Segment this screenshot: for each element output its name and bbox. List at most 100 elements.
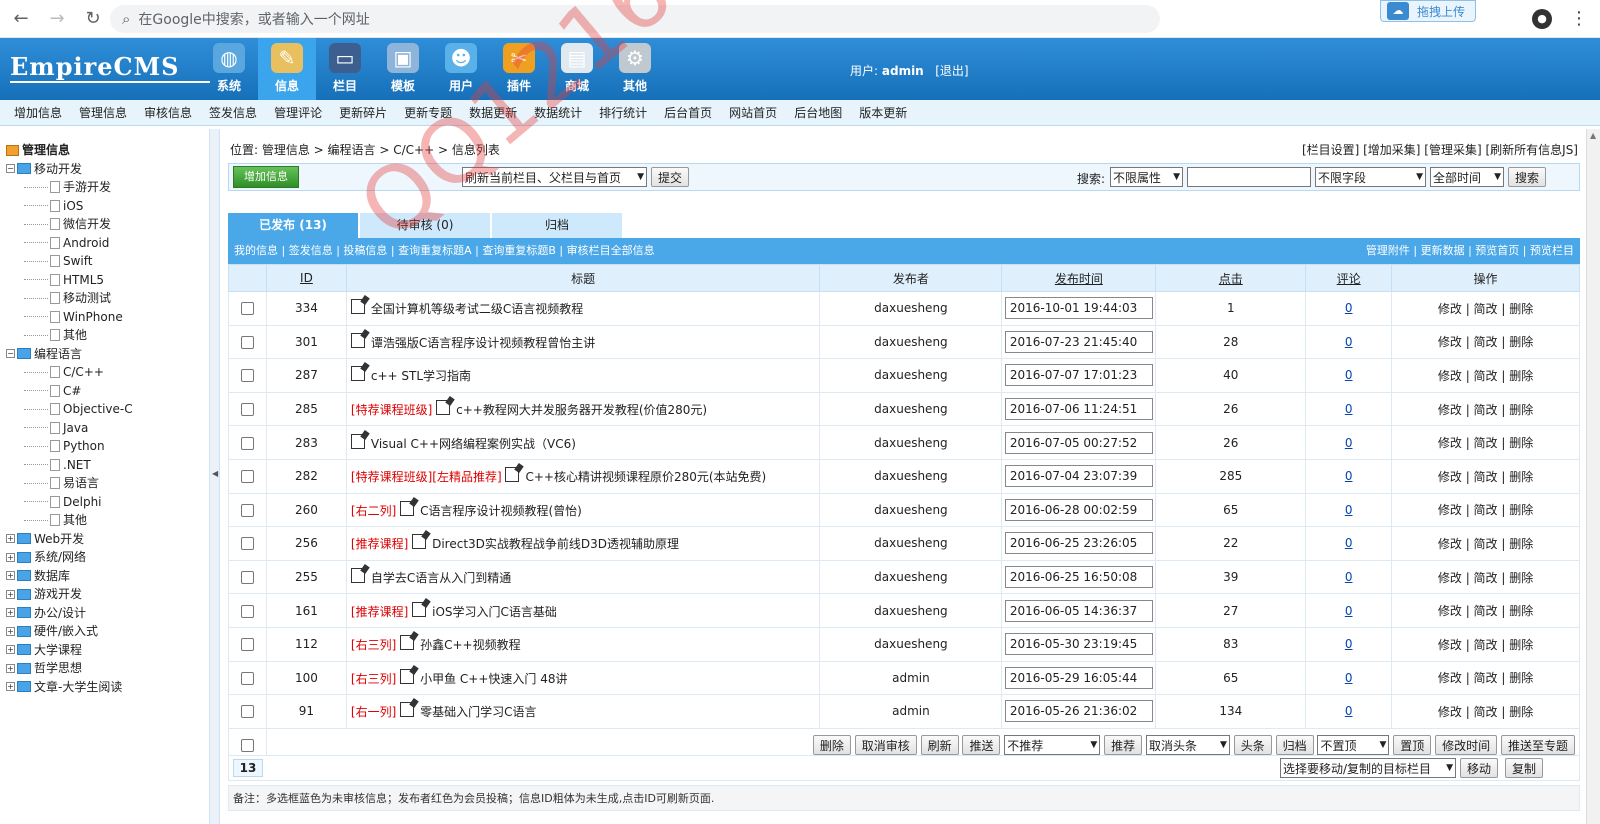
edit-icon[interactable] — [350, 568, 365, 584]
tab-0[interactable]: 已发布 (13) — [228, 213, 358, 238]
edit-icon[interactable] — [400, 635, 415, 651]
row-checkbox[interactable] — [240, 705, 254, 719]
edit-icon[interactable] — [350, 299, 365, 315]
row-checkbox[interactable] — [240, 537, 254, 551]
address-bar[interactable]: ⌕ 在Google中搜索，或者输入一个网址 — [110, 5, 1160, 33]
edit-icon[interactable] — [400, 668, 415, 684]
upload-button[interactable]: ☁ 拖拽上传 — [1380, 0, 1477, 22]
row-checkbox[interactable] — [240, 302, 254, 316]
topnav-card[interactable]: ▤ 商城 — [548, 38, 606, 100]
forward-icon[interactable]: → — [42, 8, 72, 29]
row-time[interactable]: 2016-06-25 23:26:05 — [1004, 532, 1153, 555]
row-time[interactable]: 2016-06-05 14:36:37 — [1004, 599, 1153, 622]
row-ops[interactable]: 修改 | 简改 | 删除 — [1391, 694, 1580, 729]
submenu-item[interactable]: 审核信息 — [144, 104, 192, 121]
row-id[interactable]: 282 — [265, 458, 347, 494]
row-ops[interactable]: 修改 | 简改 | 删除 — [1391, 526, 1580, 561]
tree-item[interactable]: HTML5 — [6, 271, 209, 290]
scroll-up-icon[interactable]: ▲ — [1590, 131, 1596, 140]
submenu-item[interactable]: 增加信息 — [14, 104, 62, 121]
row-ops[interactable]: 修改 | 简改 | 删除 — [1391, 593, 1580, 628]
row-ops[interactable]: 修改 | 简改 | 删除 — [1391, 458, 1580, 494]
row-ops[interactable]: 修改 | 简改 | 删除 — [1391, 660, 1580, 696]
expand-icon[interactable]: + — [6, 589, 15, 599]
row-id[interactable]: 91 — [265, 694, 347, 729]
row-title[interactable]: 全国计算机等级考试二级C语言视频教程 — [371, 302, 583, 316]
tree-item[interactable]: + 大学课程 — [6, 641, 209, 660]
menu-icon[interactable]: ⋮ — [1570, 8, 1588, 29]
row-time[interactable]: 2016-06-25 16:50:08 — [1004, 566, 1153, 589]
tree-item[interactable]: 微信开发 — [6, 215, 209, 234]
tree-item[interactable]: Delphi — [6, 493, 209, 512]
edit-icon[interactable] — [400, 702, 415, 718]
logout-link[interactable]: [退出] — [935, 64, 968, 78]
row-time[interactable]: 2016-07-23 21:45:40 — [1004, 330, 1153, 353]
push-topic-button[interactable]: 推送至专题 — [1500, 735, 1575, 756]
row-ops[interactable]: 修改 | 简改 | 删除 — [1391, 291, 1580, 326]
tree-item[interactable]: iOS — [6, 197, 209, 216]
col-comments-label[interactable]: 评论 — [1337, 272, 1361, 286]
tab-2[interactable]: 归档 — [492, 213, 622, 238]
row-checkbox[interactable] — [240, 369, 254, 383]
tab-links-right[interactable]: 管理附件 | 更新数据 | 预览首页 | 预览栏目 — [1366, 238, 1574, 264]
row-ops[interactable]: 修改 | 简改 | 删除 — [1391, 492, 1580, 528]
topnav-user[interactable]: ☻ 用户 — [432, 38, 490, 100]
tree-item[interactable]: + 文章-大学生阅读 — [6, 678, 209, 697]
expand-icon[interactable]: + — [6, 645, 15, 655]
expand-icon[interactable]: + — [6, 626, 15, 636]
row-id[interactable]: 112 — [265, 626, 347, 662]
row-title[interactable]: c++教程网大并发服务器开发教程(价值280元) — [456, 403, 707, 417]
edit-icon[interactable] — [412, 534, 427, 550]
edit-icon[interactable] — [436, 400, 451, 416]
submenu-item[interactable]: 数据更新 — [469, 104, 517, 121]
expand-icon[interactable]: + — [6, 608, 15, 618]
attribute-select[interactable]: 不限属性 ▼ — [1110, 167, 1183, 187]
time-select[interactable]: 全部时间 ▼ — [1430, 167, 1504, 187]
row-time[interactable]: 2016-05-30 23:19:45 — [1004, 633, 1153, 656]
topnav-gear[interactable]: ⚙ 其他 — [606, 38, 664, 100]
row-id[interactable]: 255 — [265, 559, 347, 595]
row-checkbox[interactable] — [240, 470, 254, 484]
row-title[interactable]: Direct3D实战教程战争前线D3D透视辅助原理 — [432, 537, 679, 551]
row-id[interactable]: 100 — [265, 660, 347, 696]
tree-item[interactable]: 手游开发 — [6, 178, 209, 197]
row-comments[interactable]: 0 — [1345, 469, 1353, 483]
col-hits-label[interactable]: 点击 — [1219, 272, 1243, 286]
row-id[interactable]: 287 — [265, 358, 347, 393]
row-comments[interactable]: 0 — [1345, 536, 1353, 550]
top-links[interactable]: [栏目设置] [增加采集] [管理采集] [刷新所有信息JS] — [1302, 141, 1578, 158]
expand-icon[interactable]: + — [6, 663, 15, 673]
tree-item[interactable]: Python — [6, 437, 209, 456]
row-id[interactable]: 285 — [265, 391, 347, 427]
expand-icon[interactable]: + — [6, 571, 15, 581]
search-button[interactable]: 搜索 — [1508, 167, 1547, 187]
tree-item[interactable]: C/C++ — [6, 363, 209, 382]
row-id[interactable]: 256 — [265, 526, 347, 561]
tree-item[interactable]: Objective-C — [6, 400, 209, 419]
row-title[interactable]: 孙鑫C++视频教程 — [420, 638, 521, 652]
tree-item[interactable]: WinPhone — [6, 308, 209, 327]
row-time[interactable]: 2016-10-01 19:44:03 — [1004, 297, 1153, 320]
recommend-button[interactable]: 推荐 — [1104, 735, 1143, 756]
field-select[interactable]: 不限字段 ▼ — [1315, 167, 1426, 187]
move-target-select[interactable]: 选择要移动/复制的目标栏目 ▼ — [1280, 758, 1456, 778]
tree-item[interactable]: .NET — [6, 456, 209, 475]
submenu-item[interactable]: 签发信息 — [209, 104, 257, 121]
top-select[interactable]: 不置顶 ▼ — [1317, 735, 1390, 756]
unapprove-button[interactable]: 取消审核 — [854, 735, 917, 756]
row-comments[interactable]: 0 — [1345, 671, 1353, 685]
row-checkbox[interactable] — [240, 436, 254, 450]
move-button[interactable]: 移动 — [1460, 758, 1499, 778]
edit-icon[interactable] — [412, 601, 427, 617]
refresh-button[interactable]: 刷新 — [920, 735, 959, 756]
row-ops[interactable]: 修改 | 简改 | 删除 — [1391, 559, 1580, 595]
delete-button[interactable]: 删除 — [812, 735, 851, 756]
col-time[interactable]: 发布时间 — [1001, 264, 1157, 292]
row-title[interactable]: 零基础入门学习C语言 — [420, 705, 536, 719]
row-ops[interactable]: 修改 | 简改 | 删除 — [1391, 324, 1580, 360]
col-time-label[interactable]: 发布时间 — [1055, 272, 1103, 286]
tree-item[interactable]: Swift — [6, 252, 209, 271]
row-id[interactable]: 161 — [265, 593, 347, 628]
tree-item[interactable]: 移动测试 — [6, 289, 209, 308]
search-input[interactable] — [1187, 167, 1311, 187]
